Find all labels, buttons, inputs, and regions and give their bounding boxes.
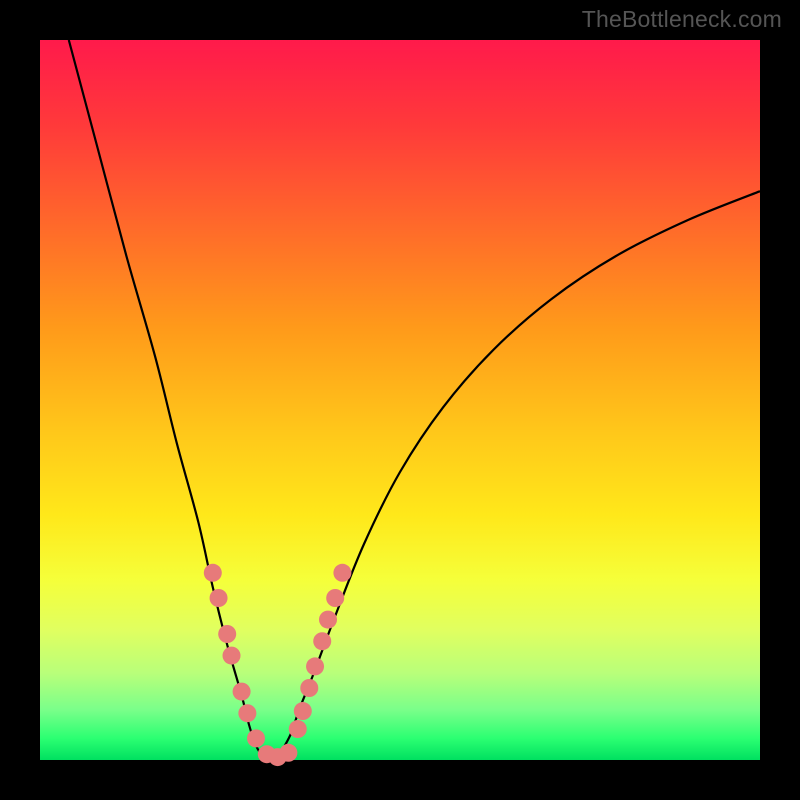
highlight-dot	[238, 704, 256, 722]
highlight-dot	[279, 744, 297, 762]
highlight-dots	[204, 564, 352, 766]
highlight-dot	[223, 647, 241, 665]
highlight-dot	[289, 720, 307, 738]
highlight-dot	[300, 679, 318, 697]
highlight-dot	[313, 632, 331, 650]
highlight-dot	[218, 625, 236, 643]
highlight-dot	[326, 589, 344, 607]
highlight-dot	[306, 657, 324, 675]
highlight-dot	[333, 564, 351, 582]
chart-frame: TheBottleneck.com	[0, 0, 800, 800]
highlight-dot	[294, 702, 312, 720]
plot-area	[40, 40, 760, 760]
highlight-dot	[204, 564, 222, 582]
highlight-dot	[319, 611, 337, 629]
watermark-text: TheBottleneck.com	[582, 6, 782, 33]
highlight-dot	[233, 683, 251, 701]
highlight-dot	[247, 729, 265, 747]
curve-svg	[40, 40, 760, 760]
highlight-dot	[210, 589, 228, 607]
bottleneck-curve	[69, 40, 760, 760]
